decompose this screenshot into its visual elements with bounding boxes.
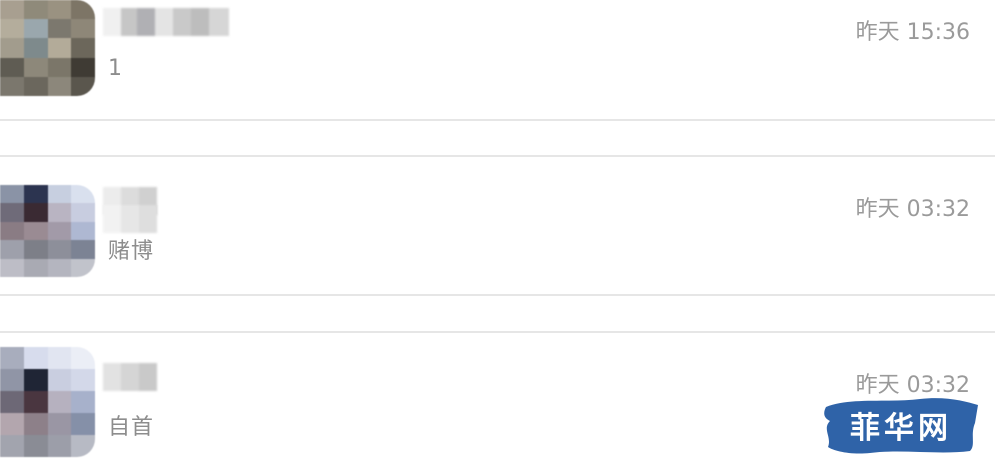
conversation-item[interactable]: 1 昨天 15:36 xyxy=(0,0,995,120)
contact-name-blurred xyxy=(103,363,157,391)
contact-name-blurred xyxy=(103,205,157,233)
divider xyxy=(0,294,995,296)
message-preview: 赌博 xyxy=(108,239,155,264)
avatar xyxy=(0,0,95,96)
conversation-item[interactable]: 赌博 昨天 03:32 xyxy=(0,157,995,295)
timestamp: 昨天 15:36 xyxy=(855,20,970,45)
timestamp: 昨天 03:32 xyxy=(855,197,970,222)
divider xyxy=(0,119,995,121)
avatar xyxy=(0,185,95,277)
watermark-logo: 菲华网 xyxy=(820,393,982,457)
message-preview: 1 xyxy=(108,56,123,81)
message-preview: 自首 xyxy=(108,415,155,440)
avatar xyxy=(0,347,95,457)
watermark-text: 菲华网 xyxy=(850,411,952,446)
contact-name-blurred xyxy=(103,8,229,36)
